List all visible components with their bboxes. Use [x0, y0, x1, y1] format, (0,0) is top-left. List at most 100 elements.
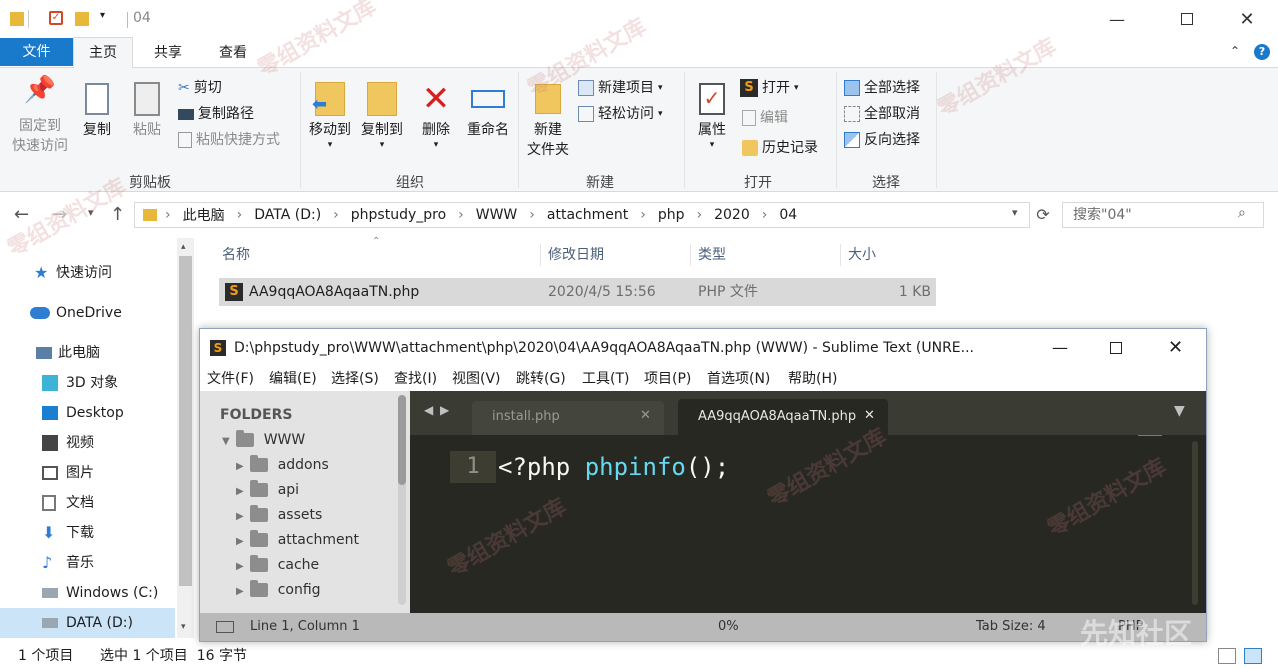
status-tab-size[interactable]: Tab Size: 4 — [976, 613, 1046, 641]
nav-downloads[interactable]: ⬇ 下载 — [0, 518, 175, 548]
column-header-date[interactable]: 修改日期 — [548, 240, 688, 270]
breadcrumb-4[interactable]: attachment — [547, 207, 628, 223]
tab-scroll-right-icon[interactable]: ▶ — [440, 403, 449, 417]
folder-item[interactable]: ▶ attachment — [200, 528, 359, 553]
tab-install-php[interactable]: install.php ✕ — [472, 401, 664, 435]
menu-project[interactable]: 项目(P) — [644, 367, 691, 391]
editor-scrollbar[interactable] — [1192, 441, 1198, 605]
breadcrumb-0[interactable]: 此电脑 — [183, 205, 225, 225]
easy-access-button[interactable]: 轻松访问 ▾ — [578, 104, 663, 124]
nav-quick-access[interactable]: ★ 快速访问 — [0, 258, 175, 288]
nav-desktop[interactable]: Desktop — [0, 398, 175, 428]
select-none-button[interactable]: 全部取消 — [844, 104, 920, 124]
copy-path-button[interactable]: 复制路径 — [178, 104, 254, 124]
tab-close-icon[interactable]: ✕ — [640, 408, 651, 423]
large-icons-view-icon[interactable] — [1244, 648, 1262, 664]
cut-button[interactable]: ✂ 剪切 — [178, 78, 222, 98]
scrollbar-thumb[interactable] — [398, 395, 406, 485]
folder-item[interactable]: ▶ api — [200, 478, 299, 503]
back-icon[interactable]: ← — [14, 204, 29, 225]
menu-file[interactable]: 文件(F) — [207, 367, 254, 391]
menu-help[interactable]: 帮助(H) — [788, 367, 837, 391]
file-row[interactable]: S AA9qqAOA8AqaaTN.php 2020/4/5 15:56 PHP… — [219, 278, 936, 306]
new-folder-button[interactable]: 新建 文件夹 — [524, 78, 572, 160]
menu-preferences[interactable]: 首选项(N) — [707, 367, 770, 391]
breadcrumb-6[interactable]: 2020 — [714, 207, 750, 223]
minimize-button[interactable]: — — [1094, 0, 1140, 38]
rename-button[interactable]: 重命名 — [462, 78, 514, 140]
minimap[interactable] — [1138, 435, 1162, 436]
recent-locations-icon[interactable]: ▾ — [88, 206, 94, 219]
move-to-button[interactable]: ⬅ 移动到 ▾ — [304, 78, 356, 150]
close-button[interactable]: ✕ — [1224, 0, 1270, 38]
scrollbar-thumb[interactable] — [179, 256, 192, 586]
nav-onedrive[interactable]: OneDrive — [0, 298, 175, 328]
nav-drive-c[interactable]: Windows (C:) — [0, 578, 175, 608]
delete-button[interactable]: ✕ 删除 ▾ — [416, 78, 456, 150]
help-icon[interactable]: ? — [1254, 44, 1270, 60]
invert-selection-button[interactable]: 反向选择 — [844, 130, 920, 150]
new-item-button[interactable]: 新建项目 ▾ — [578, 78, 663, 98]
code-line[interactable]: <?php phpinfo(); — [498, 451, 729, 483]
address-bar[interactable]: › 此电脑 › DATA (D:) › phpstudy_pro › WWW ›… — [134, 202, 1030, 228]
history-button[interactable]: 历史记录 — [742, 138, 818, 158]
menu-tools[interactable]: 工具(T) — [582, 367, 629, 391]
paste-shortcut-button[interactable]: 粘贴快捷方式 — [178, 130, 280, 150]
chevron-up-icon[interactable]: ⌃ — [1230, 44, 1240, 58]
select-all-button[interactable]: 全部选择 — [844, 78, 920, 98]
nav-this-pc[interactable]: 此电脑 — [0, 338, 175, 368]
folder-root[interactable]: ▼ WWW — [200, 428, 305, 453]
forward-icon[interactable]: → — [52, 204, 67, 225]
nav-drive-d[interactable]: DATA (D:) — [0, 608, 175, 638]
folder-item[interactable]: ▶ addons — [200, 453, 329, 478]
nav-scrollbar[interactable]: ▴ ▾ — [177, 238, 194, 638]
copy-to-button[interactable]: 复制到 ▾ — [356, 78, 408, 150]
menu-edit[interactable]: 编辑(E) — [269, 367, 317, 391]
sublime-close-button[interactable]: ✕ — [1168, 329, 1183, 367]
new-folder-quick-icon[interactable] — [75, 12, 89, 26]
column-header-name[interactable]: 名称 — [222, 240, 540, 270]
tab-home[interactable]: 主页 — [73, 37, 133, 68]
panel-toggle-icon[interactable] — [216, 621, 234, 633]
nav-3d-objects[interactable]: 3D 对象 — [0, 368, 175, 398]
refresh-icon[interactable]: ⟳ — [1032, 202, 1054, 228]
paste-button[interactable]: 粘贴 — [126, 78, 168, 140]
breadcrumb-7[interactable]: 04 — [779, 207, 797, 223]
open-button[interactable]: S 打开 ▾ — [740, 78, 799, 98]
sublime-maximize-button[interactable] — [1110, 342, 1122, 354]
nav-documents[interactable]: 文档 — [0, 488, 175, 518]
edit-button[interactable]: 编辑 — [742, 108, 788, 128]
search-icon[interactable]: ⌕ — [1238, 205, 1246, 221]
tab-file[interactable]: 文件 — [0, 38, 73, 66]
tab-menu-icon[interactable]: ▼ — [1174, 403, 1185, 419]
details-view-icon[interactable] — [1218, 648, 1236, 664]
scroll-up-icon[interactable]: ▴ — [181, 242, 186, 252]
tab-share[interactable]: 共享 — [140, 38, 196, 68]
pin-quick-access-button[interactable]: 📌 固定到 快速访问 — [6, 77, 74, 156]
folder-item[interactable]: ▶ assets — [200, 503, 322, 528]
customize-toolbar-icon[interactable]: ▾ — [100, 10, 105, 21]
nav-videos[interactable]: 视频 — [0, 428, 175, 458]
tab-scroll-left-icon[interactable]: ◀ — [424, 403, 433, 417]
sublime-minimize-button[interactable]: — — [1052, 329, 1068, 367]
menu-view[interactable]: 视图(V) — [452, 367, 501, 391]
tab-view[interactable]: 查看 — [205, 38, 261, 68]
breadcrumb-3[interactable]: WWW — [476, 207, 518, 223]
maximize-button[interactable] — [1164, 0, 1210, 38]
folder-item[interactable]: ▶ cache — [200, 553, 319, 578]
tab-active-file[interactable]: AA9qqAOA8AqaaTN.php ✕ — [678, 399, 888, 435]
scroll-down-icon[interactable]: ▾ — [181, 622, 186, 632]
up-icon[interactable]: ↑ — [110, 204, 125, 225]
menu-selection[interactable]: 选择(S) — [331, 367, 379, 391]
nav-music[interactable]: ♪ 音乐 — [0, 548, 175, 578]
breadcrumb-2[interactable]: phpstudy_pro — [351, 207, 446, 223]
address-dropdown-icon[interactable]: ▾ — [1012, 206, 1018, 219]
column-header-size[interactable]: 大小 — [848, 240, 938, 270]
properties-quick-icon[interactable]: ✓ — [49, 11, 63, 25]
menu-goto[interactable]: 跳转(G) — [516, 367, 566, 391]
folder-item[interactable]: ▶ config — [200, 578, 321, 603]
copy-button[interactable]: 复制 — [76, 78, 118, 140]
column-header-type[interactable]: 类型 — [698, 240, 838, 270]
sidebar-scrollbar[interactable] — [398, 395, 406, 605]
menu-find[interactable]: 查找(I) — [394, 367, 437, 391]
